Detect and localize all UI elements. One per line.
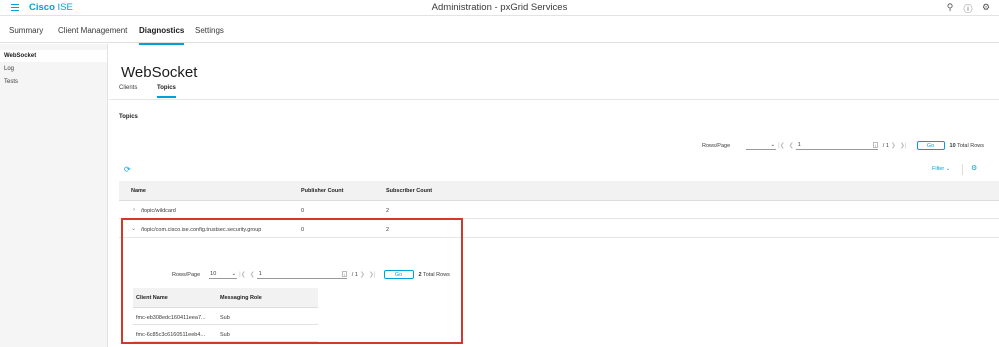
main-content: WebSocket Clients Topics Topics Rows/Pag… [109, 44, 999, 347]
page-number-input[interactable]: 1 ↕ [795, 141, 878, 150]
sidebar: WebSocket Log Tests [0, 44, 108, 347]
divider [109, 99, 999, 100]
next-page-icon[interactable]: ❯ [891, 142, 896, 149]
highlight-box [121, 218, 463, 344]
rows-per-page-label: Rows/Page [702, 142, 731, 149]
help-icon[interactable]: ⓘ [963, 2, 973, 15]
tab-diagnostics[interactable]: Diagnostics [139, 26, 185, 45]
divider [962, 164, 963, 175]
tab-client-management[interactable]: Client Management [58, 26, 127, 35]
stepper-icon[interactable]: ↕ [872, 142, 878, 148]
subtab-clients[interactable]: Clients [119, 85, 137, 91]
sidebar-item-log[interactable]: Log [0, 63, 107, 75]
chevron-right-icon[interactable]: › [133, 207, 135, 213]
subscriber-count: 2 [386, 208, 390, 214]
rows-per-page-select[interactable]: ⌄ [746, 141, 777, 150]
app-title: Administration - pxGrid Services [431, 2, 568, 13]
chevron-down-icon: ⌄ [770, 142, 776, 148]
table-header: Name Publisher Count Subscriber Count [119, 181, 999, 201]
go-button[interactable]: Go [916, 141, 945, 150]
column-header-publisher[interactable]: Publisher Count [301, 188, 343, 194]
prev-page-icon[interactable]: ❮ [789, 142, 794, 149]
top-bar: Cisco ISE Administration - pxGrid Servic… [0, 0, 999, 16]
main-tabs: Summary Client Management Diagnostics Se… [0, 17, 999, 45]
publisher-count: 0 [301, 208, 305, 214]
filter-button[interactable]: Filter ⌄ [932, 166, 950, 172]
table-row[interactable]: › /topic/wildcard 0 2 [119, 201, 999, 219]
page-count: / 1 [882, 142, 889, 149]
total-rows: 10 Total Rows [949, 142, 984, 149]
column-header-subscriber[interactable]: Subscriber Count [386, 188, 432, 194]
chevron-down-icon: ⌄ [945, 166, 951, 172]
section-title: Topics [119, 114, 138, 120]
pagination: Rows/Page ⌄ |❮ ❮ 1 ↕ / 1 ❯ ❯| Go 10 Total… [702, 141, 984, 150]
sidebar-item-tests[interactable]: Tests [0, 76, 107, 88]
tab-settings[interactable]: Settings [195, 26, 224, 35]
topic-name: /topic/wildcard [141, 208, 176, 214]
last-page-icon[interactable]: ❯| [900, 142, 907, 149]
page-title: WebSocket [121, 64, 198, 81]
settings-icon[interactable]: ⚙ [981, 2, 991, 15]
column-header-name[interactable]: Name [131, 188, 146, 194]
first-page-icon[interactable]: |❮ [778, 142, 785, 149]
subtab-topics[interactable]: Topics [157, 85, 176, 98]
tab-summary[interactable]: Summary [9, 26, 43, 35]
sidebar-item-websocket[interactable]: WebSocket [0, 50, 107, 62]
search-icon[interactable]: ⚲ [945, 2, 955, 15]
refresh-icon[interactable]: ⟳ [124, 165, 131, 174]
gear-icon[interactable]: ⚙ [971, 164, 977, 172]
